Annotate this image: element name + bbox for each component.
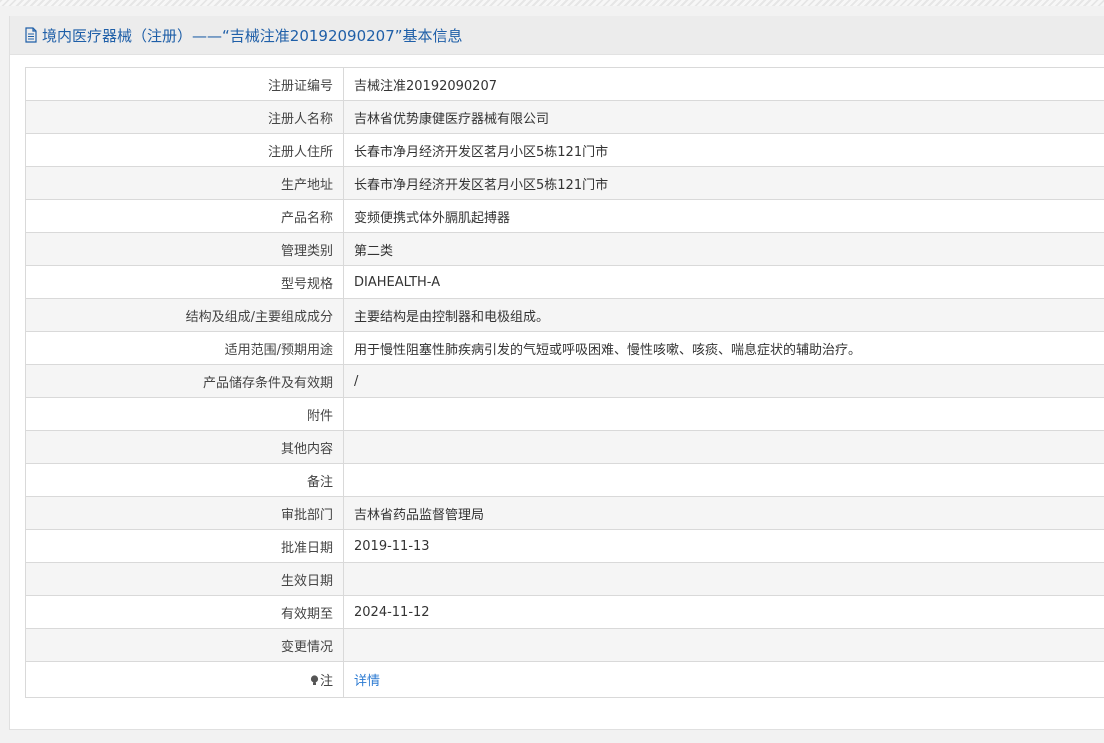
row-label: 附件 <box>25 397 344 431</box>
row-label: 产品储存条件及有效期 <box>25 364 344 398</box>
row-value: 吉林省优势康健医疗器械有限公司 <box>343 100 1104 134</box>
row-value <box>343 628 1104 662</box>
table-row: 管理类别 第二类 <box>25 232 1104 266</box>
row-label: 管理类别 <box>25 232 344 266</box>
row-label: 有效期至 <box>25 595 344 629</box>
row-label: 结构及组成/主要组成成分 <box>25 298 344 332</box>
row-value: DIAHEALTH-A <box>343 265 1104 299</box>
document-icon <box>24 27 38 43</box>
table-row: 其他内容 <box>25 430 1104 464</box>
page-title: 境内医疗器械（注册）——“吉械注准20192090207”基本信息 <box>42 26 463 45</box>
row-value: 第二类 <box>343 232 1104 266</box>
row-label: 审批部门 <box>25 496 344 530</box>
table-row: 有效期至 2024-11-12 <box>25 595 1104 629</box>
row-label: 备注 <box>25 463 344 497</box>
row-label: 注册人名称 <box>25 100 344 134</box>
row-label: 批准日期 <box>25 529 344 563</box>
table-row: 适用范围/预期用途 用于慢性阻塞性肺疾病引发的气短或呼吸困难、慢性咳嗽、咳痰、喘息… <box>25 331 1104 365</box>
table-row: 审批部门 吉林省药品监督管理局 <box>25 496 1104 530</box>
table-row: 生效日期 <box>25 562 1104 596</box>
row-label: 生产地址 <box>25 166 344 200</box>
row-value <box>343 562 1104 596</box>
row-value <box>343 430 1104 464</box>
row-label: 注册人住所 <box>25 133 344 167</box>
row-label: 型号规格 <box>25 265 344 299</box>
table-row: 生产地址 长春市净月经济开发区茗月小区5栋121门市 <box>25 166 1104 200</box>
lightbulb-icon <box>310 675 319 686</box>
table-row: 注册证编号 吉械注准20192090207 <box>25 67 1104 101</box>
row-value: 2019-11-13 <box>343 529 1104 563</box>
row-value: / <box>343 364 1104 398</box>
note-label-cell: 注 <box>25 661 344 698</box>
table-row: 型号规格 DIAHEALTH-A <box>25 265 1104 299</box>
details-link[interactable]: 详情 <box>354 674 380 689</box>
row-value: 变频便携式体外膈肌起搏器 <box>343 199 1104 233</box>
row-value: 吉林省药品监督管理局 <box>343 496 1104 530</box>
table-row: 结构及组成/主要组成成分 主要结构是由控制器和电极组成。 <box>25 298 1104 332</box>
row-label: 其他内容 <box>25 430 344 464</box>
row-value <box>343 463 1104 497</box>
table-row: 产品储存条件及有效期 / <box>25 364 1104 398</box>
row-value: 2024-11-12 <box>343 595 1104 629</box>
row-label: 产品名称 <box>25 199 344 233</box>
table-row: 批准日期 2019-11-13 <box>25 529 1104 563</box>
row-value: 用于慢性阻塞性肺疾病引发的气短或呼吸困难、慢性咳嗽、咳痰、喘息症状的辅助治疗。 <box>343 331 1104 365</box>
row-value: 长春市净月经济开发区茗月小区5栋121门市 <box>343 133 1104 167</box>
row-value <box>343 397 1104 431</box>
top-decor-stripe <box>0 0 1104 6</box>
row-value: 吉械注准20192090207 <box>343 67 1104 101</box>
table-row: 产品名称 变频便携式体外膈肌起搏器 <box>25 199 1104 233</box>
note-value-cell: 详情 <box>343 661 1104 698</box>
row-value: 长春市净月经济开发区茗月小区5栋121门市 <box>343 166 1104 200</box>
table-row: 变更情况 <box>25 628 1104 662</box>
table-row: 注册人名称 吉林省优势康健医疗器械有限公司 <box>25 100 1104 134</box>
info-panel: 境内医疗器械（注册）——“吉械注准20192090207”基本信息 注册证编号吉… <box>9 16 1104 730</box>
row-label: 注册证编号 <box>25 67 344 101</box>
row-label: 生效日期 <box>25 562 344 596</box>
info-table: 注册证编号 吉械注准20192090207 注册人名称 吉林省优势康健医疗器械有限公司… <box>25 67 1104 698</box>
table-row: 备注 <box>25 463 1104 497</box>
note-label: 注 <box>319 674 333 689</box>
panel-header: 境内医疗器械（注册）——“吉械注准20192090207”基本信息 <box>10 16 1104 55</box>
table-row-note: 注 详情 <box>25 661 1104 698</box>
row-label: 适用范围/预期用途 <box>25 331 344 365</box>
row-value: 主要结构是由控制器和电极组成。 <box>343 298 1104 332</box>
table-row: 注册人住所 长春市净月经济开发区茗月小区5栋121门市 <box>25 133 1104 167</box>
table-row: 附件 <box>25 397 1104 431</box>
row-label: 变更情况 <box>25 628 344 662</box>
